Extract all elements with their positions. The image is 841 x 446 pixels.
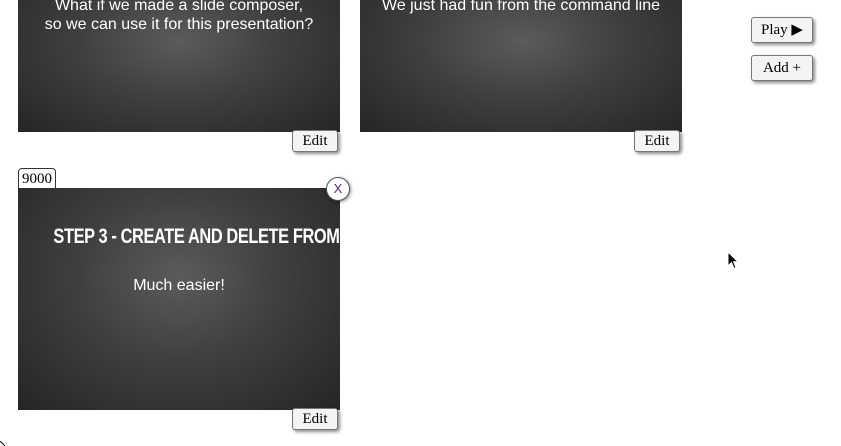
slide-3-edit-button[interactable]: Edit (292, 408, 338, 430)
slide-3: Step 3 - Create and delete from the UI M… (18, 188, 340, 410)
slide-3-duration-field[interactable]: 9000 (18, 168, 56, 188)
slide-1: What if we made a slide composer, so we … (18, 0, 340, 132)
slide-3-body: Much easier! (133, 277, 225, 294)
slide-1-edit-button[interactable]: Edit (292, 130, 338, 152)
close-icon: X (333, 181, 343, 196)
play-button[interactable]: Play ▶ (751, 17, 813, 43)
add-slide-button[interactable]: Add + (751, 55, 813, 81)
slide-2-line-1: We just had fun from the command line (381, 0, 661, 14)
mouse-pointer-icon (727, 251, 739, 270)
slide-2-edit-button[interactable]: Edit (634, 130, 680, 152)
corner-mark-icon (0, 441, 6, 446)
slide-1-line-2: so we can use it for this presentation? (44, 16, 314, 33)
slide-1-line-1: What if we made a slide composer, (54, 0, 304, 14)
slide-3-delete-button[interactable]: X (326, 177, 350, 201)
slide-2: We just had fun from the command line (360, 0, 682, 132)
slide-3-heading: Step 3 - Create and delete from the UI (53, 225, 340, 248)
